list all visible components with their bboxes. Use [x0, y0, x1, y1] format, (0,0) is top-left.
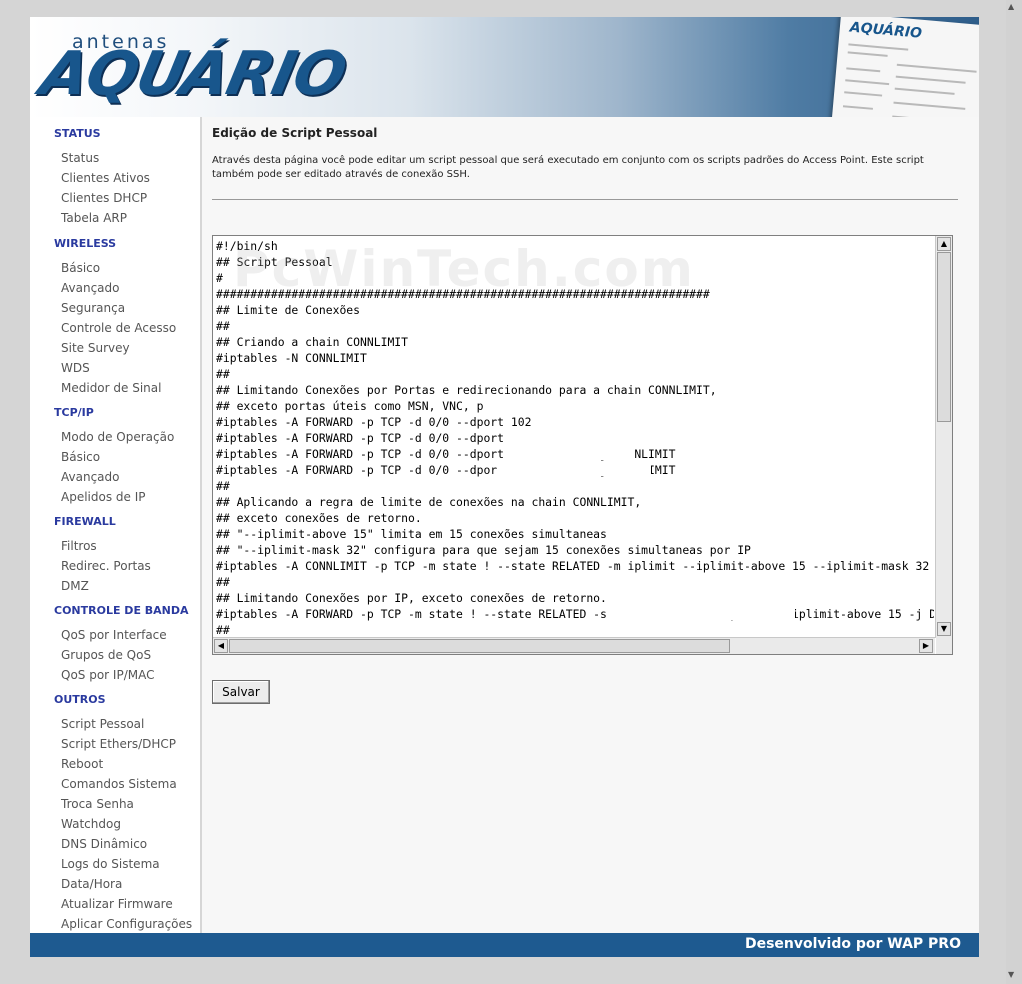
save-button[interactable]: Salvar: [212, 680, 270, 704]
sidebar-item[interactable]: Redirec. Portas: [61, 559, 151, 573]
sidebar-item[interactable]: Avançado: [61, 281, 119, 295]
sidebar-item[interactable]: Aplicar Configurações: [61, 917, 192, 931]
page-title: Edição de Script Pessoal: [212, 126, 378, 140]
script-line: ## Criando a chain CONNLIMIT: [216, 335, 409, 349]
script-line: #: [216, 271, 223, 285]
thumbnail-logo: AQUÁRIO: [849, 19, 923, 42]
scroll-corner: [936, 638, 952, 654]
redacted-area: [675, 608, 795, 620]
redacted-area: [533, 400, 683, 412]
scroll-right-icon[interactable]: ▶: [919, 639, 933, 653]
sidebar-item[interactable]: Script Pessoal: [61, 717, 144, 731]
scroll-left-icon[interactable]: ◀: [214, 639, 228, 653]
script-line: ##: [216, 575, 230, 589]
page-frame: antenas AQUÁRIO AQUÁRIO STATUS Status Clie…: [30, 17, 979, 957]
sidebar-item[interactable]: Tabela ARP: [61, 211, 127, 225]
sidebar-item[interactable]: Clientes DHCP: [61, 191, 147, 205]
sidebar-item[interactable]: Segurança: [61, 301, 125, 315]
script-line: ## Aplicando a regra de limite de conexõ…: [216, 495, 642, 509]
divider: [212, 199, 958, 200]
footer-credit: Desenvolvido por WAP PRO: [744, 936, 961, 952]
document-thumbnail: AQUÁRIO: [831, 17, 979, 117]
sidebar-section-title: CONTROLE DE BANDA: [54, 604, 189, 617]
sidebar-item[interactable]: Reboot: [61, 757, 103, 771]
sidebar-item[interactable]: Troca Senha: [61, 797, 134, 811]
header-banner: antenas AQUÁRIO AQUÁRIO: [30, 17, 979, 117]
script-line: #iptables -N CONNLIMIT: [216, 351, 367, 365]
sidebar-item[interactable]: Modo de Operação: [61, 430, 174, 444]
sidebar-item[interactable]: Grupos de QoS: [61, 648, 151, 662]
sidebar-item[interactable]: Logs do Sistema: [61, 857, 160, 871]
redacted-area: [553, 448, 635, 460]
sidebar-item[interactable]: DNS Dinâmico: [61, 837, 147, 851]
sidebar-item[interactable]: QoS por IP/MAC: [61, 668, 154, 682]
script-line: ## exceto conexões de retorno.: [216, 511, 422, 525]
sidebar-section-title: WIRELESS: [54, 237, 117, 250]
scroll-down-icon[interactable]: ▼: [1008, 970, 1014, 979]
sidebar-item[interactable]: WDS: [61, 361, 90, 375]
scrollbar-thumb[interactable]: [937, 252, 951, 422]
sidebar-item[interactable]: Básico: [61, 450, 100, 464]
sidebar-item[interactable]: Avançado: [61, 470, 119, 484]
sidebar-item[interactable]: QoS por Interface: [61, 628, 167, 642]
sidebar-section-title: STATUS: [54, 127, 101, 140]
sidebar-item[interactable]: Status: [61, 151, 99, 165]
sidebar-item[interactable]: DMZ: [61, 579, 89, 593]
script-line: ## exceto portas úteis como MSN, VNC, p: [216, 399, 484, 413]
script-line: ##: [216, 367, 230, 381]
sidebar-item[interactable]: Medidor de Sinal: [61, 381, 161, 395]
sidebar-item[interactable]: Controle de Acesso: [61, 321, 176, 335]
sidebar-item[interactable]: Comandos Sistema: [61, 777, 177, 791]
redacted-area: [553, 432, 683, 444]
sidebar-item[interactable]: Básico: [61, 261, 100, 275]
script-line: ## Limite de Conexões: [216, 303, 361, 317]
sidebar-item[interactable]: Site Survey: [61, 341, 130, 355]
script-line: ## "--iplimit-mask 32" configura para qu…: [216, 543, 751, 557]
script-line: ##: [216, 623, 230, 634]
script-line: ## "--iplimit-above 15" limita em 15 con…: [216, 527, 607, 541]
script-line: #iptables -A FORWARD -p TCP -m state ! -…: [216, 607, 934, 621]
page-description: Através desta página você pode editar um…: [212, 155, 924, 180]
script-line: #iptables -A CONNLIMIT -p TCP -m state !…: [216, 559, 934, 573]
sidebar-item[interactable]: Data/Hora: [61, 877, 122, 891]
sidebar-item[interactable]: Atualizar Firmware: [61, 897, 173, 911]
script-textarea[interactable]: #!/bin/sh ## Script Pessoal # ##########…: [212, 235, 953, 655]
scrollbar-thumb[interactable]: [229, 639, 730, 653]
sidebar-nav: STATUS Status Clientes Ativos Clientes DHCP…: [30, 117, 202, 933]
sidebar-item[interactable]: Filtros: [61, 539, 97, 553]
scroll-up-icon[interactable]: ▲: [1008, 2, 1014, 11]
script-line: ##: [216, 319, 230, 333]
sidebar-section-title: TCP/IP: [54, 406, 94, 419]
scroll-down-icon[interactable]: ▼: [937, 622, 951, 636]
logo-wordmark: AQUÁRIO: [34, 39, 352, 109]
redacted-area: [549, 464, 651, 476]
horizontal-scrollbar[interactable]: ◀ ▶: [213, 637, 935, 654]
page-vertical-scrollbar[interactable]: ▲ ▼: [1006, 0, 1022, 984]
script-line: ##: [216, 479, 230, 493]
sidebar-section-title: FIREWALL: [54, 515, 116, 528]
redacted-area: [571, 416, 671, 428]
sidebar-item[interactable]: Clientes Ativos: [61, 171, 150, 185]
scroll-up-icon[interactable]: ▲: [937, 237, 951, 251]
main-content: Edição de Script Pessoal Através desta p…: [202, 117, 979, 933]
sidebar-item[interactable]: Script Ethers/DHCP: [61, 737, 176, 751]
sidebar-item[interactable]: Apelidos de IP: [61, 490, 146, 504]
vertical-scrollbar[interactable]: ▲ ▼: [935, 236, 952, 638]
watermark-text: PcWinTech.com: [233, 240, 695, 298]
script-line: ## Limitando Conexões por Portas e redir…: [216, 383, 717, 397]
sidebar-item[interactable]: Watchdog: [61, 817, 121, 831]
sidebar-section-title: OUTROS: [54, 693, 106, 706]
script-line: ## Limitando Conexões por IP, exceto con…: [216, 591, 607, 605]
footer-bar: Desenvolvido por WAP PRO: [30, 933, 979, 957]
